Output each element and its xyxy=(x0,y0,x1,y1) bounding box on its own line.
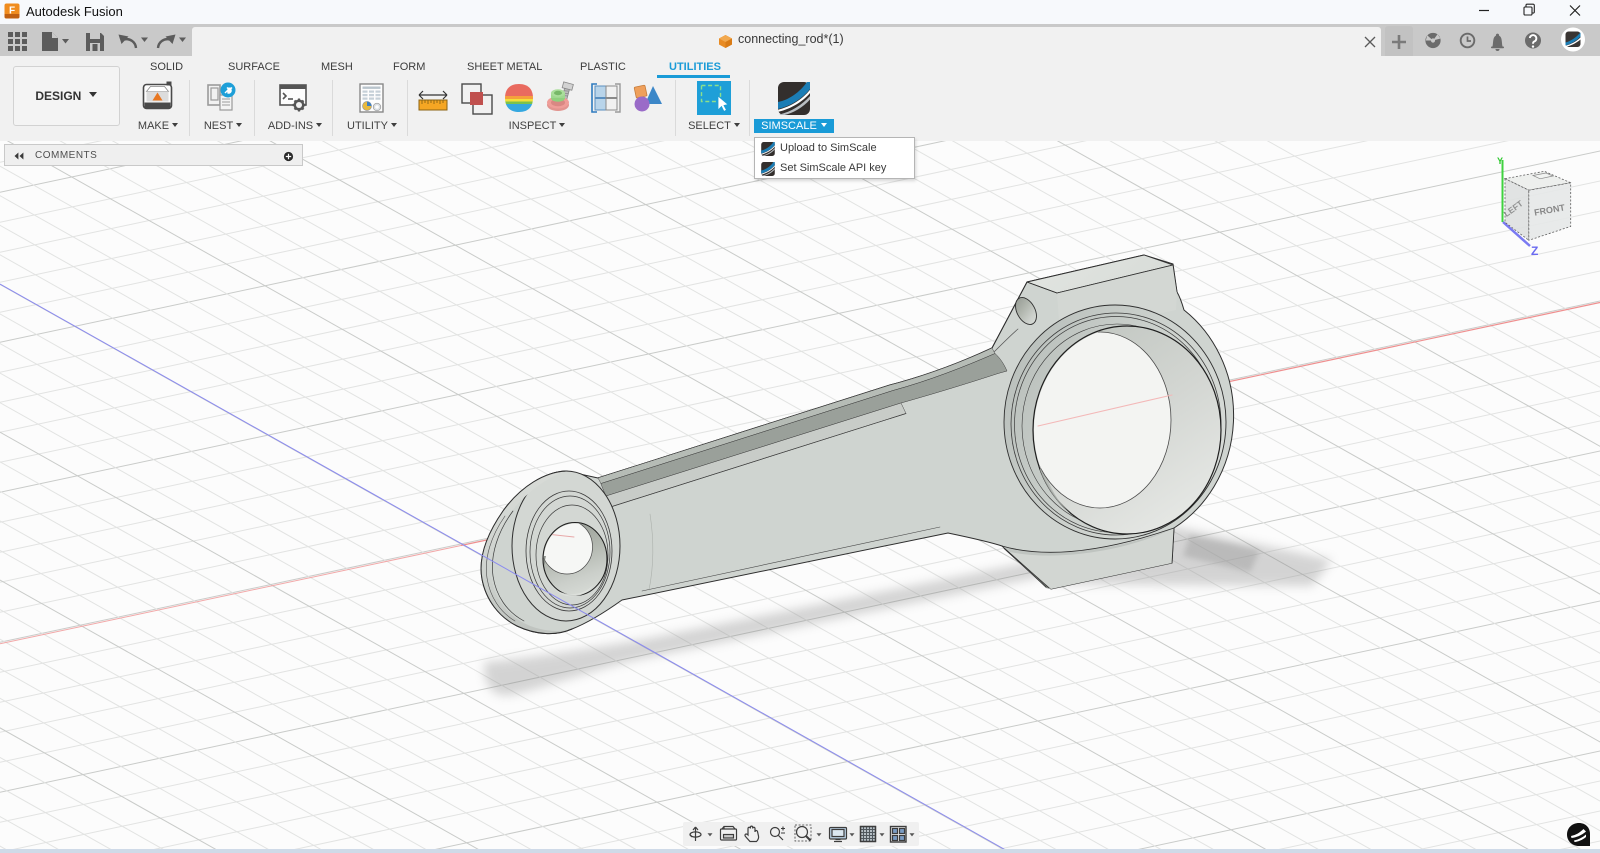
svg-text:F: F xyxy=(9,6,15,17)
svg-text:Y: Y xyxy=(1497,156,1503,166)
svg-text:Z: Z xyxy=(1531,244,1538,258)
